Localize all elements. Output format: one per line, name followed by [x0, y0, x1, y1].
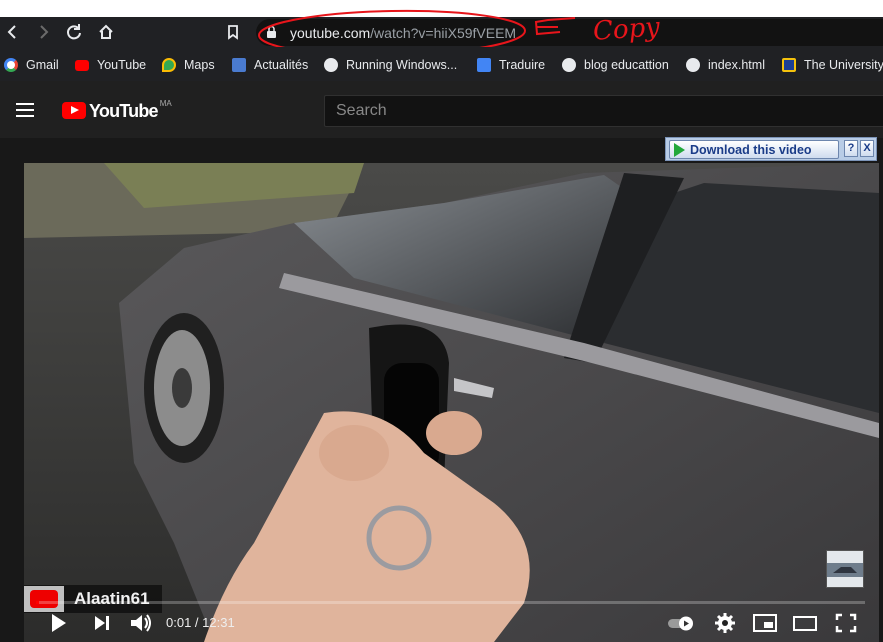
globe-icon	[324, 58, 338, 72]
channel-logo-icon	[24, 586, 64, 612]
bookmark-label: Actualités	[254, 58, 309, 72]
youtube-logo[interactable]: YouTube MA	[62, 99, 172, 122]
url-host: youtube.com	[290, 25, 371, 41]
help-button[interactable]: ?	[844, 140, 858, 157]
volume-icon[interactable]	[128, 610, 154, 636]
university-icon	[782, 58, 796, 72]
play-icon	[674, 142, 685, 157]
maps-icon	[162, 58, 176, 72]
bookmark-label: Running Windows...	[346, 58, 458, 72]
globe-icon	[686, 58, 700, 72]
download-toolbar: Download this video ? X	[665, 137, 877, 161]
bookmark-label: Traduire	[499, 58, 546, 72]
youtube-play-icon	[62, 102, 86, 119]
youtube-header: YouTube MA Search	[0, 81, 883, 138]
youtube-icon	[75, 59, 89, 71]
url-path: /watch?v=hiiX59fVEEM	[370, 25, 517, 41]
bookmark-actualites[interactable]: Actualités	[232, 56, 308, 74]
play-button[interactable]	[48, 610, 70, 636]
time-display: 0:01 / 12:31	[166, 615, 235, 630]
bookmark-maps[interactable]: Maps	[162, 56, 215, 74]
channel-branding[interactable]: Alaatin61	[24, 585, 162, 613]
bookmark-index[interactable]: index.html	[686, 56, 765, 74]
settings-gear-icon[interactable]	[713, 610, 737, 636]
menu-icon[interactable]	[16, 103, 34, 117]
google-icon	[4, 58, 18, 72]
bookmark-traduire[interactable]: Traduire	[477, 56, 545, 74]
browser-top-strip	[0, 0, 883, 17]
bookmark-running-windows[interactable]: Running Windows...	[324, 56, 457, 74]
bookmark-label: Maps	[184, 58, 215, 72]
theater-mode-icon[interactable]	[792, 610, 818, 636]
progress-fill	[36, 601, 40, 604]
bookmark-label: index.html	[708, 58, 765, 72]
bookmark-icon[interactable]	[222, 21, 244, 43]
url-text: youtube.com/watch?v=hiiX59fVEEM	[290, 25, 516, 41]
bookmark-gmail[interactable]: Gmail	[4, 56, 59, 74]
video-watermark-thumbnail[interactable]	[826, 550, 864, 588]
lock-icon	[267, 25, 276, 38]
bookmark-blog[interactable]: blog educattion	[562, 56, 669, 74]
search-input[interactable]: Search	[324, 95, 883, 127]
download-button-label: Download this video	[690, 142, 812, 157]
globe-icon	[562, 58, 576, 72]
home-icon[interactable]	[95, 21, 117, 43]
bookmark-youtube[interactable]: YouTube	[75, 56, 146, 74]
next-button[interactable]	[92, 610, 114, 636]
progress-bar[interactable]	[36, 601, 865, 604]
news-icon	[232, 58, 246, 72]
forward-arrow-icon[interactable]	[32, 21, 54, 43]
bookmark-label: YouTube	[97, 58, 147, 72]
browser-toolbar: youtube.com/watch?v=hiiX59fVEEM	[0, 17, 883, 47]
bookmarks-bar: Gmail YouTube Maps Actualités Running Wi…	[0, 47, 883, 81]
back-arrow-icon[interactable]	[2, 21, 24, 43]
download-video-button[interactable]: Download this video	[669, 140, 839, 159]
fullscreen-icon[interactable]	[833, 610, 859, 636]
country-code: MA	[159, 99, 172, 108]
bookmark-label: The University	[804, 58, 883, 72]
youtube-logo-text: YouTube	[89, 101, 159, 121]
bookmark-label: Gmail	[26, 58, 59, 72]
reload-icon[interactable]	[63, 21, 85, 43]
channel-name: Alaatin61	[74, 589, 150, 608]
close-button[interactable]: X	[860, 140, 874, 157]
translate-icon	[477, 58, 491, 72]
miniplayer-icon[interactable]	[752, 610, 778, 636]
autoplay-toggle[interactable]	[666, 610, 696, 636]
video-frame	[24, 163, 879, 642]
bookmark-label: blog educattion	[584, 58, 669, 72]
video-player[interactable]	[24, 163, 879, 642]
address-bar[interactable]: youtube.com/watch?v=hiiX59fVEEM	[256, 19, 883, 46]
bookmark-university[interactable]: The University	[782, 56, 883, 74]
